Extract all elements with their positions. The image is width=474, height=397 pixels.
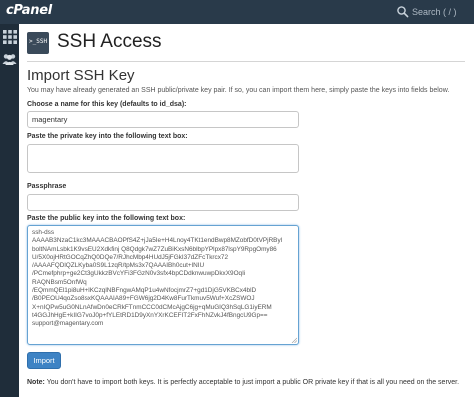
intro-text: You may have already generated an SSH pu…: [27, 87, 450, 94]
passphrase-input[interactable]: [27, 194, 299, 211]
grid-icon: [2, 29, 17, 44]
import-button[interactable]: Import: [27, 352, 61, 369]
passphrase-label: Passphrase: [27, 183, 67, 190]
private-key-textarea[interactable]: [27, 144, 299, 173]
resize-handle-icon[interactable]: [291, 337, 297, 343]
public-key-line: /B0PEOU4qoZso8sxKQAAAIA89+FGW6jg2D4Kw8Fu…: [32, 295, 255, 303]
note-label: Note:: [27, 379, 45, 386]
users-icon: [2, 53, 17, 65]
public-key-textarea[interactable]: ssh-dss AAAAB3NzaC1kc3MAAACBAOPfS4Z+jJa5…: [27, 225, 299, 345]
note-body: You don't have to import both keys. It i…: [44, 379, 460, 386]
terminal-icon: >_SSH: [27, 32, 49, 54]
public-key-line: U/5X0ojHRtGOCqZhQ0DQe7/RJhcMbp4HUdJ5jFGk…: [32, 253, 229, 261]
public-key-line: ssh-dss: [32, 229, 55, 236]
terminal-icon-label: >_SSH: [29, 38, 48, 45]
sidebar-item-home[interactable]: [1, 28, 18, 45]
key-name-input[interactable]: [27, 111, 299, 128]
note-text: Note: You don't have to import both keys…: [27, 379, 459, 386]
public-key-line: X+nIQPw5uG0NLnAfwDn0eCRkFTnmCCC0dCMcAjgC…: [32, 303, 272, 311]
key-name-label: Choose a name for this key (defaults to …: [27, 101, 187, 108]
search-box[interactable]: [390, 4, 474, 20]
public-key-line: boltNAmLsbk1K9vsEU2Xdkfinj Q8Qdgk7wZ7ZuB…: [32, 245, 277, 253]
public-key-line: /AAAAFQDlQZLKyba0S9L1zqR/tpMs3x7QAAAIBh0…: [32, 262, 205, 270]
search-icon: [397, 6, 409, 18]
public-key-label: Paste the public key into the following …: [27, 215, 186, 222]
public-key-line: RAQNBsm5OnfWq: [32, 278, 87, 286]
sidebar-item-users[interactable]: [1, 50, 18, 67]
public-key-line: /EQmmQEl1pi8uH+lKCzqlNBFngwAMqP1u4wNfocj…: [32, 287, 257, 295]
private-key-label: Paste the private key into the following…: [27, 133, 188, 140]
public-key-line: /PCmefphrp+ge2Ct3gUkkzBVcYFi3FGzN0v3sfx4…: [32, 270, 246, 278]
cpanel-logo[interactable]: cPanel: [6, 3, 52, 18]
public-key-line: support@magentary.com: [32, 320, 104, 328]
public-key-line: t4GGJhHgE+kIIG7voJ0p+fYLEtRD1D9yXnYXrKCE…: [32, 311, 268, 319]
search-input[interactable]: [412, 4, 474, 20]
public-key-line: AAAAB3NzaC1kc3MAAACBAOPfS4Z+jJa5Ie+H4Lno…: [32, 237, 283, 245]
header-divider: [27, 61, 465, 62]
sidebar: [0, 24, 19, 397]
section-title: Import SSH Key: [27, 67, 135, 84]
page-title: SSH Access: [57, 31, 162, 52]
main-content: >_SSH SSH Access Import SSH Key You may …: [19, 24, 474, 397]
top-bar: cPanel: [0, 0, 474, 24]
